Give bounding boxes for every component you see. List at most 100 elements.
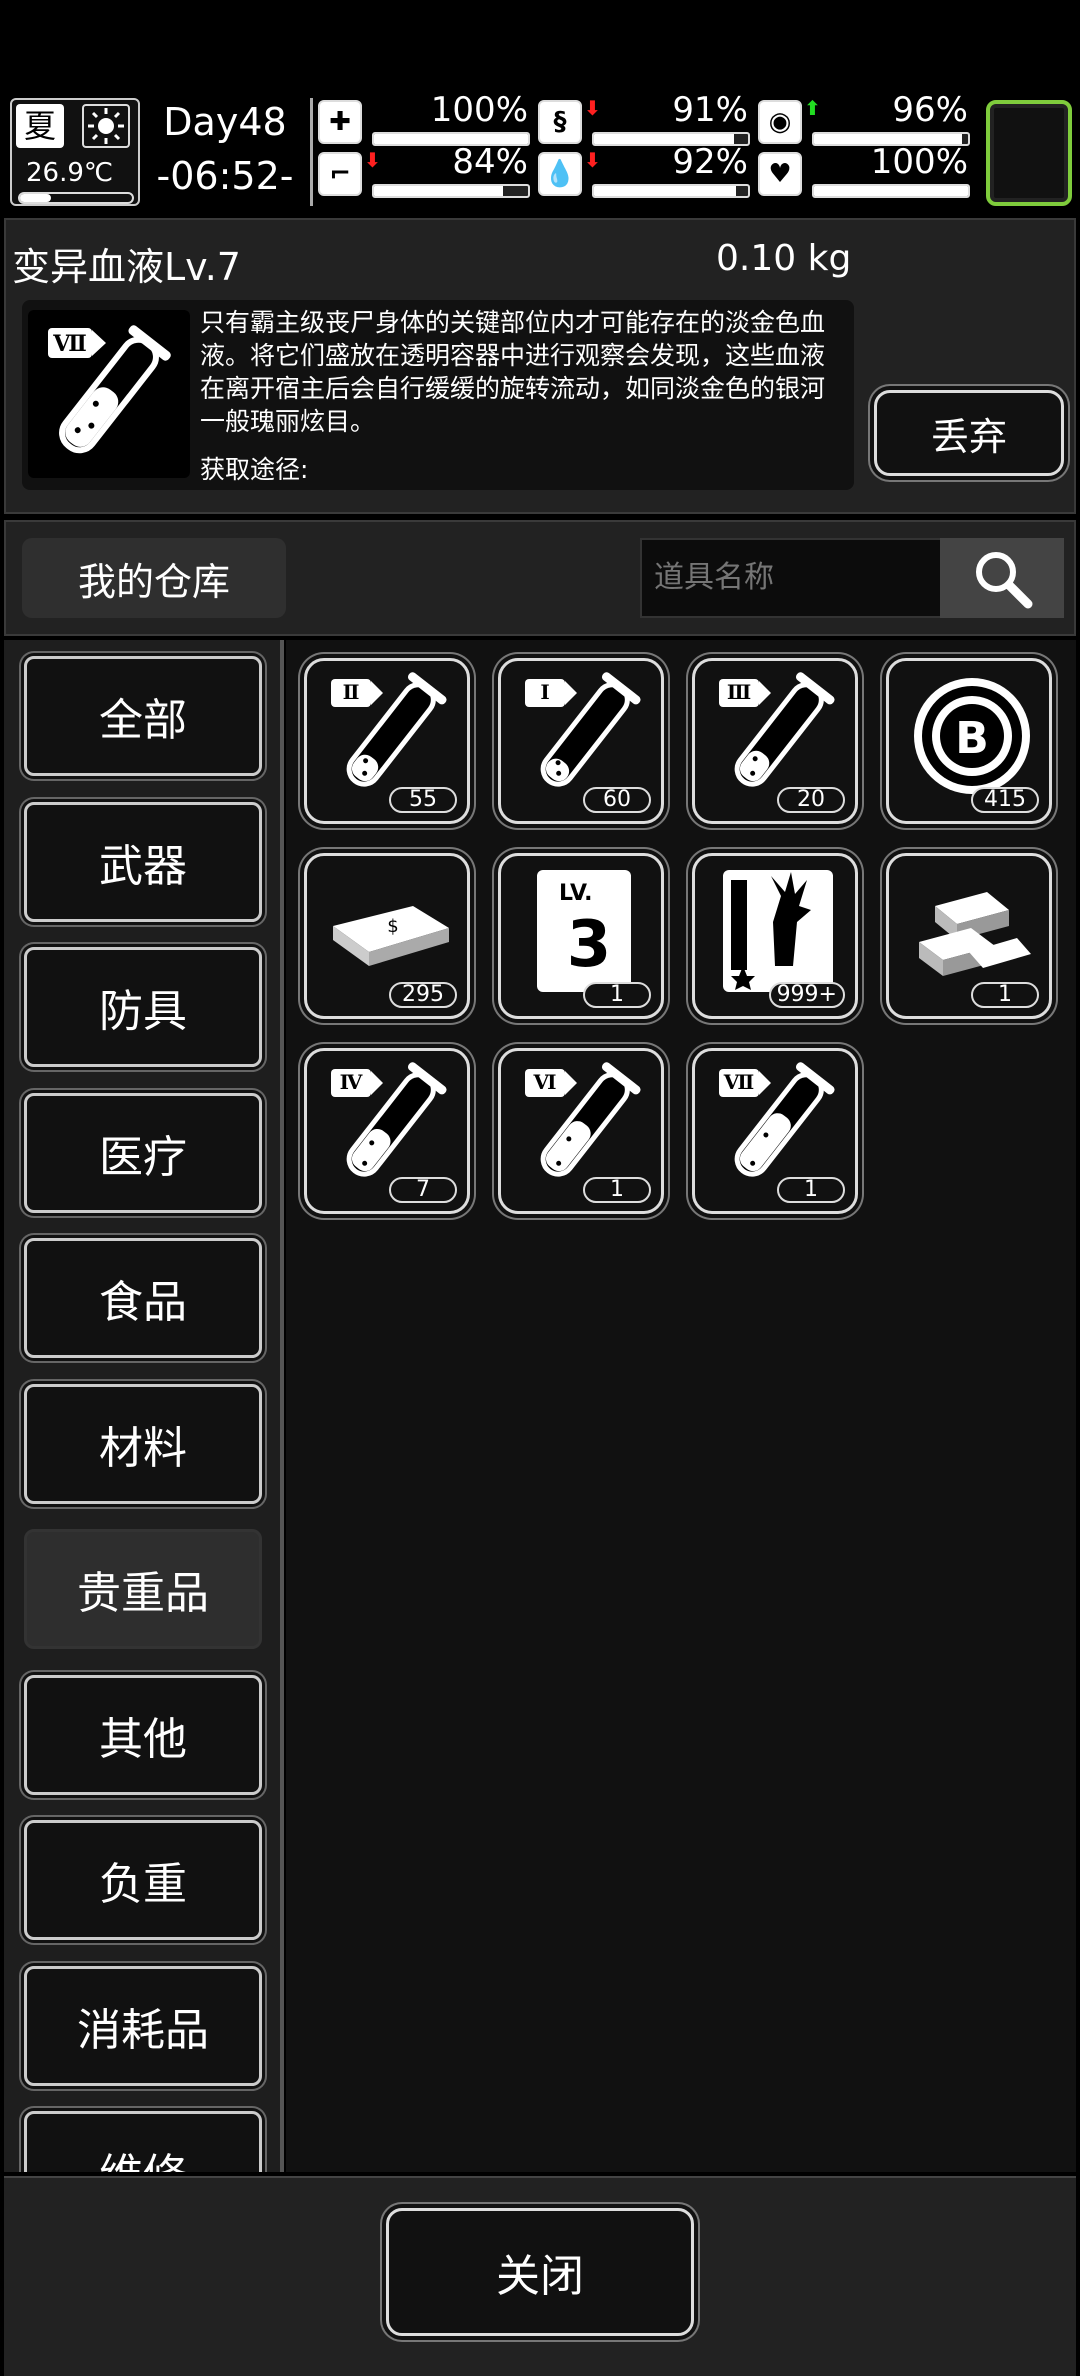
- category-4[interactable]: 食品: [24, 1238, 262, 1358]
- item-count: 1: [583, 1177, 651, 1203]
- storage-title-button[interactable]: 我的仓库: [22, 538, 286, 618]
- search-icon: [976, 552, 1033, 609]
- stomach-icon: §: [538, 100, 582, 144]
- item-slot-blood-vial-4[interactable]: Ⅳ7: [304, 1048, 470, 1214]
- item-grid: Ⅱ 55 Ⅰ 60 Ⅲ 20 B 415 $295 LV. 3 1 999+ 1 Ⅳ 7 Ⅵ 1 Ⅶ 1: [286, 640, 1076, 2172]
- item-count: 7: [389, 1177, 457, 1203]
- item-slot-b-coin[interactable]: B 415: [886, 658, 1052, 824]
- stat-foot: ⌐ ⬇ 84%: [318, 142, 532, 202]
- svg-text:Ⅳ: Ⅳ: [340, 1070, 363, 1094]
- category-8[interactable]: 负重: [24, 1820, 262, 1940]
- day-label: Day48: [163, 100, 287, 144]
- cash-stack-icon: $: [333, 906, 449, 966]
- item-count: 295: [389, 982, 457, 1008]
- category-10[interactable]: 维修: [24, 2111, 262, 2172]
- search-input[interactable]: [640, 538, 944, 618]
- temperature-label: 26.9℃: [26, 158, 114, 188]
- svg-text:3: 3: [567, 908, 612, 982]
- svg-text:B: B: [955, 713, 989, 764]
- svg-text:Ⅱ: Ⅱ: [343, 680, 360, 704]
- gold-bars-icon: [919, 892, 1031, 976]
- svg-text:$: $: [387, 916, 398, 937]
- category-0[interactable]: 全部: [24, 656, 262, 776]
- item-detail-panel: 变异血液Lv.7 0.10 kg Ⅶ 只有霸主级丧尸身体的关键部位内才可能存在的…: [4, 218, 1076, 514]
- item-count: 20: [777, 787, 845, 813]
- svg-text:Ⅵ: Ⅵ: [533, 1070, 557, 1094]
- season-label: 夏: [16, 104, 64, 148]
- category-2[interactable]: 防具: [24, 947, 262, 1067]
- hud-divider: [310, 98, 313, 206]
- svg-text:Ⅰ: Ⅰ: [540, 680, 549, 704]
- stat-bar: [372, 184, 530, 198]
- item-count: 55: [389, 787, 457, 813]
- item-count: 1: [777, 1177, 845, 1203]
- item-description: 只有霸主级丧尸身体的关键部位内才可能存在的淡金色血液。将它们盛放在透明容器中进行…: [200, 308, 826, 436]
- sun-icon: [82, 104, 130, 148]
- blood-vial-7-icon: Ⅶ: [719, 1062, 835, 1177]
- item-count: 60: [583, 787, 651, 813]
- thermometer-bar: [18, 192, 134, 204]
- item-count: 999+: [768, 982, 845, 1008]
- zombie-hand-card-icon: [723, 870, 833, 992]
- stat-water-drop: 💧 ⬇ 92%: [538, 142, 752, 202]
- item-name: 变异血液Lv.7: [12, 245, 241, 289]
- category-7[interactable]: 其他: [24, 1674, 262, 1795]
- stat-value: 91%: [672, 90, 748, 130]
- item-slot-blood-vial-6[interactable]: Ⅵ1: [498, 1048, 664, 1214]
- item-slot-zombie-hand-card[interactable]: 999+: [692, 853, 858, 1019]
- foot-icon: ⌐: [318, 152, 362, 196]
- svg-text:Ⅲ: Ⅲ: [727, 680, 751, 704]
- stat-value: 92%: [672, 142, 748, 182]
- pill-icon: ◉: [758, 100, 802, 144]
- water-drop-icon: 💧: [538, 152, 582, 196]
- blood-vial-3-icon: Ⅲ: [719, 672, 835, 787]
- detail-icon-label: Ⅶ: [52, 331, 87, 357]
- sidebar-divider: [280, 640, 284, 2172]
- storage-header: 我的仓库: [4, 520, 1076, 636]
- stat-value: 96%: [892, 90, 968, 130]
- close-button[interactable]: 关闭: [386, 2208, 694, 2336]
- item-slot-cash-stack[interactable]: $295: [304, 853, 470, 1019]
- level-3-manual-icon: LV.3: [537, 870, 631, 992]
- time-label: -06:52-: [156, 154, 294, 198]
- item-slot-blood-vial-2[interactable]: Ⅱ 55: [304, 658, 470, 824]
- blood-vial-6-icon: Ⅵ: [525, 1062, 641, 1177]
- blood-vial-1-icon: Ⅰ: [525, 672, 641, 787]
- item-detail-icon: Ⅶ: [28, 310, 190, 478]
- category-3[interactable]: 医疗: [24, 1092, 262, 1213]
- stat-value: 100%: [870, 142, 968, 182]
- item-weight: 0.10 kg: [716, 238, 852, 279]
- status-hud: 夏 26.9℃ Day48 -06:52- ✚ 100% § ⬇ 91% ◉ ⬆ 96% ⌐ ⬇ 8…: [0, 90, 1080, 210]
- category-5[interactable]: 材料: [24, 1383, 262, 1504]
- b-coin-icon: B: [914, 678, 1030, 794]
- svg-text:Ⅶ: Ⅶ: [723, 1070, 755, 1094]
- weather-box: 夏 26.9℃: [10, 98, 140, 206]
- category-9[interactable]: 消耗品: [24, 1965, 262, 2086]
- heart-icon: ♥: [758, 152, 802, 196]
- item-count: 415: [971, 787, 1039, 813]
- discard-button[interactable]: 丢弃: [874, 390, 1064, 476]
- blood-vial-4-icon: Ⅳ: [331, 1062, 447, 1177]
- first-aid-icon: ✚: [318, 100, 362, 144]
- category-1[interactable]: 武器: [24, 801, 262, 922]
- item-slot-blood-vial-1[interactable]: Ⅰ 60: [498, 658, 664, 824]
- item-source-label: 获取途径:: [200, 455, 309, 484]
- item-count: 1: [971, 982, 1039, 1008]
- stat-value: 84%: [452, 142, 528, 182]
- category-6[interactable]: 贵重品: [24, 1529, 262, 1649]
- stat-bar: [812, 184, 970, 198]
- item-slot-blood-vial-3[interactable]: Ⅲ 20: [692, 658, 858, 824]
- svg-text:LV.: LV.: [559, 881, 593, 906]
- footer-bar: 关闭: [4, 2176, 1076, 2376]
- item-count: 1: [583, 982, 651, 1008]
- item-slot-gold-bars[interactable]: 1: [886, 853, 1052, 1019]
- stat-value: 100%: [430, 90, 528, 130]
- item-slot-level-3-manual[interactable]: LV. 3 1: [498, 853, 664, 1019]
- avatar-slot[interactable]: [986, 100, 1072, 206]
- stat-heart: ♥ 100%: [758, 142, 972, 202]
- item-slot-blood-vial-7[interactable]: Ⅶ1: [692, 1048, 858, 1214]
- search-button[interactable]: [940, 538, 1064, 618]
- blood-vial-2-icon: Ⅱ: [331, 672, 447, 787]
- category-sidebar[interactable]: 全部武器防具医疗食品材料贵重品其他负重消耗品维修: [4, 640, 280, 2172]
- item-desc-box: Ⅶ 只有霸主级丧尸身体的关键部位内才可能存在的淡金色血液。将它们盛放在透明容器中…: [22, 300, 854, 490]
